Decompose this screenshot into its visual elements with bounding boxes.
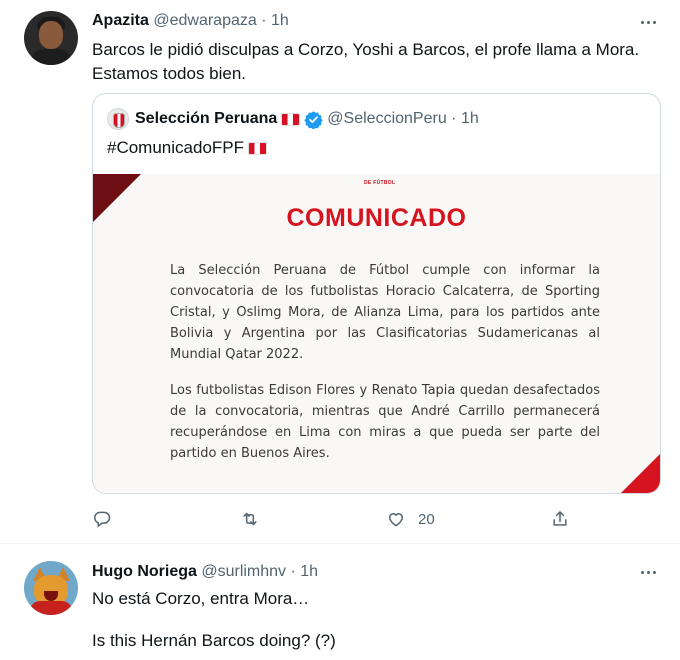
avatar-head-shape: [39, 21, 63, 49]
author-name[interactable]: Hugo Noriega: [92, 563, 197, 580]
like-button[interactable]: 20: [386, 508, 435, 530]
separator-dot: ·: [451, 110, 457, 127]
avatar[interactable]: [24, 561, 78, 615]
reply-button[interactable]: [92, 508, 112, 530]
hashtag[interactable]: #ComunicadoFPF: [107, 136, 244, 160]
author-handle[interactable]: @surlimhnv: [201, 563, 286, 580]
timestamp[interactable]: 1h: [300, 563, 318, 580]
tweet-text: Barcos le pidió disculpas a Corzo, Yoshi…: [92, 38, 657, 86]
tweet-header: Hugo Noriega @surlimhnv · 1h: [92, 562, 318, 582]
peru-flag-icon: [281, 112, 301, 126]
tweet[interactable]: Hugo Noriega @surlimhnv · 1h No está Cor…: [0, 545, 680, 660]
share-icon: [553, 511, 567, 526]
quoted-tweet-header: Selección Peruana @SeleccionPeru · 1h: [107, 108, 479, 130]
tweet[interactable]: Apazita @edwarapaza · 1h Barcos le pidió…: [0, 0, 680, 544]
author-handle[interactable]: @edwarapaza: [153, 12, 256, 29]
more-options-icon[interactable]: [636, 12, 660, 32]
separator-dot: ·: [261, 12, 267, 29]
author-name[interactable]: Apazita: [92, 12, 149, 29]
retweet-icon: [243, 512, 257, 526]
retweet-button[interactable]: [240, 508, 260, 530]
corner-decoration: [620, 454, 660, 493]
more-options-icon[interactable]: [636, 562, 660, 582]
quoted-timestamp: 1h: [460, 110, 479, 127]
image-paragraph: Los futbolistas Edison Flores y Renato T…: [170, 383, 600, 461]
heart-icon: [388, 513, 404, 527]
tweet-text-line: Is this Hernán Barcos doing? (?): [92, 631, 336, 650]
image-tag: DE FÚTBOL: [364, 180, 396, 186]
image-title: COMUNICADO: [286, 204, 467, 232]
share-button[interactable]: [550, 508, 570, 530]
quoted-avatar[interactable]: [107, 108, 129, 130]
tweet-header: Apazita @edwarapaza · 1h: [92, 11, 289, 31]
tweet-text-line: Barcos le pidió disculpas a Corzo, Yoshi…: [92, 40, 640, 59]
quoted-tweet-text: #ComunicadoFPF: [107, 136, 271, 160]
verified-badge-icon: [304, 110, 323, 129]
peru-flag-icon: [248, 141, 268, 155]
avatar-body-shape: [30, 49, 72, 65]
quoted-author-name: Selección Peruana: [135, 110, 278, 127]
tweet-actions: 20: [92, 508, 572, 530]
image-paragraph: La Selección Peruana de Fútbol cumple co…: [170, 263, 600, 362]
timestamp[interactable]: 1h: [271, 12, 289, 29]
like-count: 20: [418, 510, 435, 528]
tweet-text-line: Estamos todos bien.: [92, 64, 247, 83]
quoted-author-handle: @SeleccionPeru: [327, 110, 447, 127]
quoted-tweet[interactable]: Selección Peruana @SeleccionPeru · 1h #C…: [92, 93, 661, 494]
separator-dot: ·: [290, 563, 296, 580]
reply-icon: [94, 511, 111, 528]
avatar-body-shape: [30, 601, 72, 615]
tweet-text-line: No está Corzo, entra Mora…: [92, 589, 310, 608]
comunicado-image[interactable]: DE FÚTBOL COMUNICADO La Selección Peruan…: [93, 174, 660, 493]
avatar[interactable]: [24, 11, 78, 65]
